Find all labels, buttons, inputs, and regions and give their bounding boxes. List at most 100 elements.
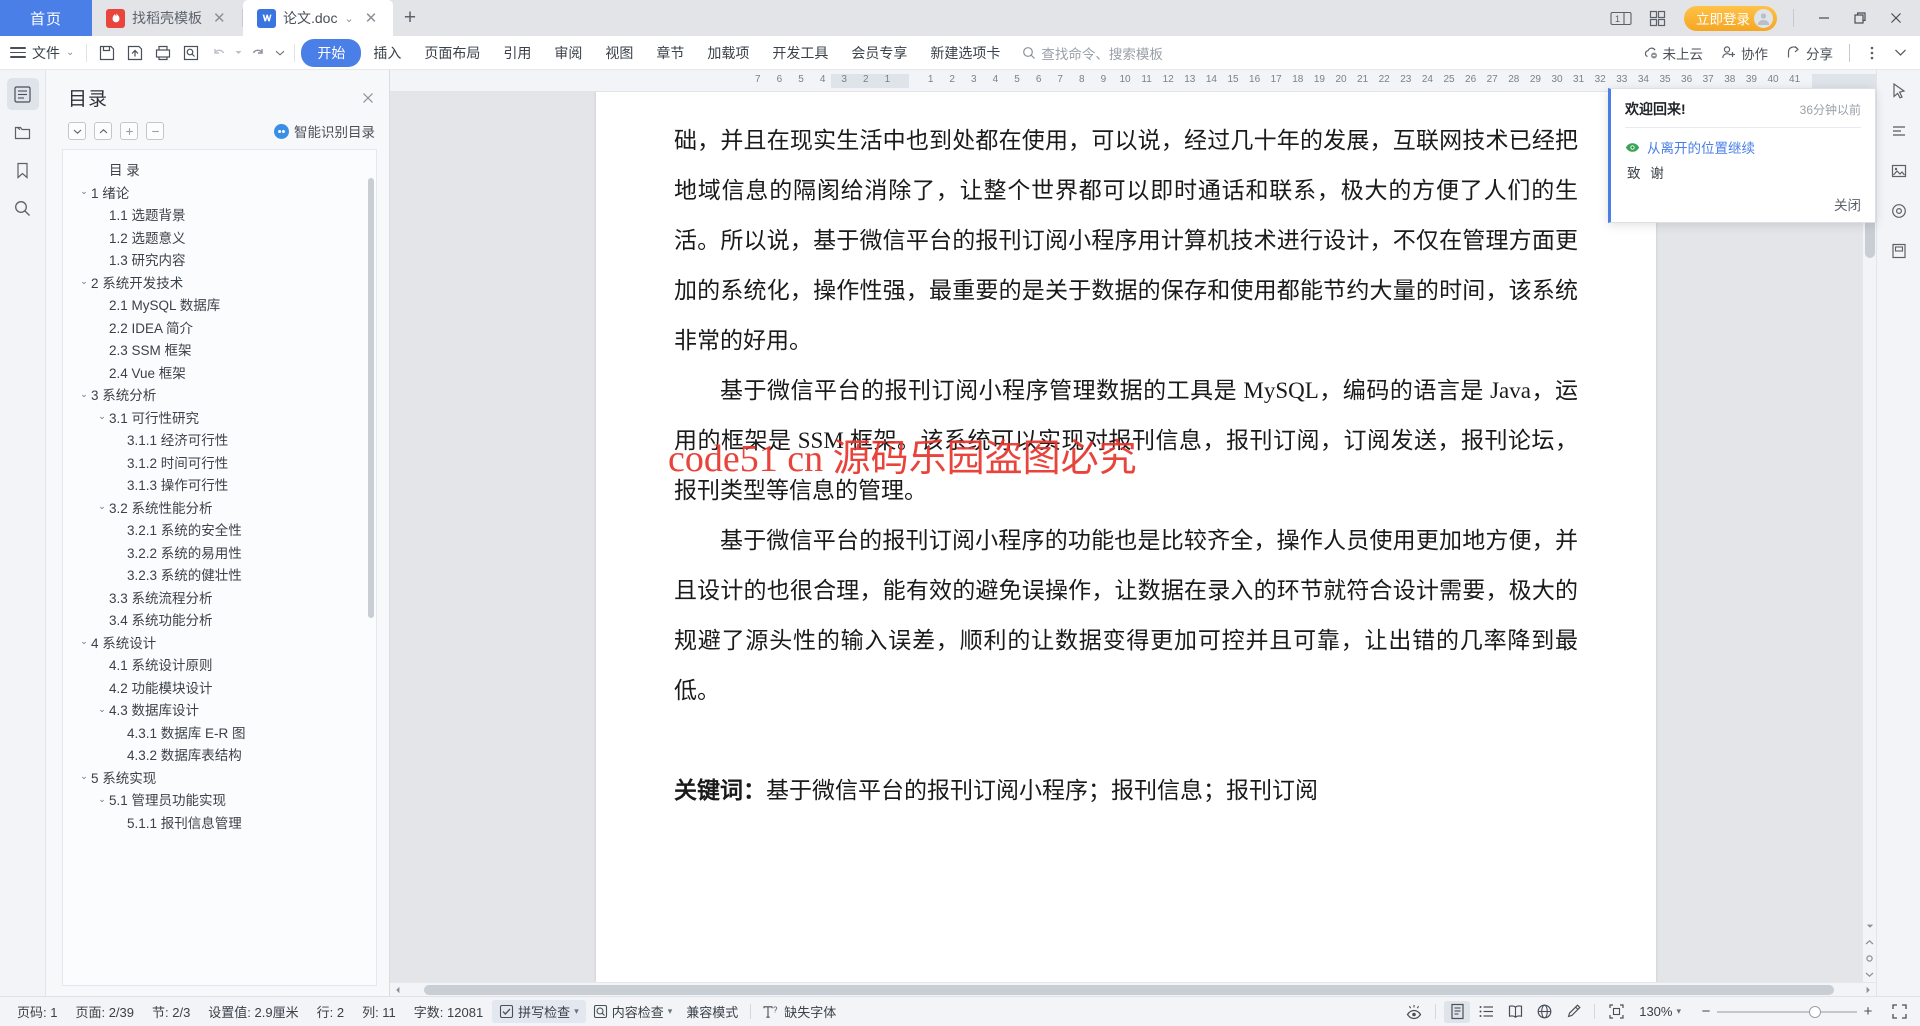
welcome-back-popup[interactable]: 欢迎回来! 36分钟以前 从离开的位置继续 致 谢 关闭	[1608, 88, 1876, 223]
print-icon[interactable]	[149, 39, 176, 66]
outline-view-icon[interactable]	[1473, 1001, 1499, 1023]
chevron-down-icon[interactable]: ⌄	[77, 276, 91, 287]
document-page[interactable]: 础，并且在现实生活中也到处都在使用，可以说，经过几十年的发展，互联网技术已经把地…	[596, 92, 1656, 982]
close-icon[interactable]: ✕	[365, 11, 378, 26]
zoom-in-button[interactable]: +	[1857, 1003, 1879, 1020]
outline-item[interactable]: 3.2.2 系统的易用性	[63, 541, 376, 564]
select-browse-object-icon[interactable]	[1863, 950, 1877, 966]
zoom-track[interactable]	[1717, 1005, 1857, 1018]
page-setup-icon[interactable]	[1884, 236, 1914, 266]
maximize-restore-button[interactable]	[1842, 0, 1878, 36]
chevron-down-icon[interactable]: ⌄	[77, 186, 91, 197]
outline-item[interactable]: 2.3 SSM 框架	[63, 338, 376, 361]
horizontal-scrollbar[interactable]	[390, 982, 1876, 996]
compat-mode-button[interactable]: 兼容模式	[679, 1000, 745, 1023]
expand-all-icon[interactable]	[68, 122, 86, 140]
hscroll-track[interactable]	[406, 983, 1860, 996]
outline-item[interactable]: ⌄ 3 系统分析	[63, 383, 376, 406]
fullscreen-icon[interactable]	[1886, 1001, 1912, 1023]
file-menu-button[interactable]: 文件 ⌄	[6, 43, 80, 63]
search-input[interactable]: 查找命令、搜索模板	[1022, 43, 1163, 63]
grid-view-icon[interactable]	[1640, 0, 1674, 36]
shape-tool-icon[interactable]	[1884, 196, 1914, 226]
document-text[interactable]: 础，并且在现实生活中也到处都在使用，可以说，经过几十年的发展，互联网技术已经把地…	[674, 116, 1578, 816]
outline-item[interactable]: 目 录	[63, 158, 376, 181]
outline-tree-list[interactable]: 目 录 ⌄ 1 绪论 1.1 选题背景 1.2 选题意义 1.3 研究内容 ⌄ 2 系统开发技…	[63, 150, 376, 985]
outline-scrollbar[interactable]	[368, 178, 374, 618]
more-options-icon[interactable]	[1858, 39, 1885, 66]
redo-icon[interactable]	[244, 39, 271, 66]
previous-page-icon[interactable]	[1863, 934, 1877, 950]
ribbon-tab-addins[interactable]: 加载项	[696, 40, 760, 66]
status-word-count[interactable]: 字数: 12081	[405, 1002, 492, 1021]
outline-item[interactable]: 4.3.1 数据库 E-R 图	[63, 721, 376, 744]
increase-level-icon[interactable]	[120, 122, 138, 140]
share-button[interactable]: 分享	[1778, 43, 1841, 63]
undo-dropdown-icon[interactable]	[233, 39, 243, 66]
home-tab[interactable]: 首页	[0, 0, 92, 36]
chevron-down-icon[interactable]: ⌄	[77, 771, 91, 782]
cursor-select-icon[interactable]	[1884, 76, 1914, 106]
image-tool-icon[interactable]	[1884, 156, 1914, 186]
chevron-down-icon[interactable]: ⌄	[95, 704, 109, 715]
close-panel-icon[interactable]	[361, 91, 375, 105]
outline-item[interactable]: 3.2.3 系统的健壮性	[63, 563, 376, 586]
spellcheck-button[interactable]: 拼写检查 ▾	[492, 1000, 586, 1023]
outline-item[interactable]: 3.1.2 时间可行性	[63, 451, 376, 474]
outline-item[interactable]: 3.4 系统功能分析	[63, 608, 376, 631]
sidebar-item-bookmark[interactable]	[7, 154, 39, 186]
ribbon-tab-view[interactable]: 视图	[594, 40, 644, 66]
login-button[interactable]: 立即登录	[1684, 5, 1777, 31]
hscroll-thumb[interactable]	[424, 985, 1834, 995]
zoom-slider[interactable]: − +	[1695, 1003, 1879, 1020]
ribbon-tab-new[interactable]: 新建选项卡	[919, 40, 1011, 66]
chevron-down-icon[interactable]: ⌄	[77, 389, 91, 400]
ribbon-tab-member[interactable]: 会员专享	[840, 40, 918, 66]
chevron-down-icon[interactable]: ⌄	[344, 12, 353, 25]
ribbon-tab-references[interactable]: 引用	[492, 40, 542, 66]
next-page-icon[interactable]	[1863, 966, 1877, 982]
outline-item[interactable]: ⌄ 5 系统实现	[63, 766, 376, 789]
chevron-down-icon[interactable]: ⌄	[95, 794, 109, 805]
collaborate-button[interactable]: 协作	[1713, 43, 1776, 63]
ribbon-tab-review[interactable]: 审阅	[543, 40, 593, 66]
chevron-down-icon[interactable]: ⌄	[95, 501, 109, 512]
new-tab-button[interactable]: +	[393, 0, 427, 36]
outline-item[interactable]: 2.1 MySQL 数据库	[63, 293, 376, 316]
save-as-cloud-icon[interactable]	[121, 39, 148, 66]
outline-item[interactable]: 3.3 系统流程分析	[63, 586, 376, 609]
collapse-ribbon-icon[interactable]	[1887, 39, 1914, 66]
outline-item[interactable]: 3.1.1 经济可行性	[63, 428, 376, 451]
chevron-down-icon[interactable]: ⌄	[77, 636, 91, 647]
sidebar-item-search[interactable]	[7, 192, 39, 224]
outline-item[interactable]: 3.2.1 系统的安全性	[63, 518, 376, 541]
ribbon-tab-chapter[interactable]: 章节	[645, 40, 695, 66]
save-icon[interactable]	[93, 39, 120, 66]
outline-item[interactable]: ⌄ 5.1 管理员功能实现	[63, 788, 376, 811]
reading-layout-icon[interactable]	[1502, 1001, 1528, 1023]
outline-item[interactable]: 1.1 选题背景	[63, 203, 376, 226]
outline-item[interactable]: 1.2 选题意义	[63, 226, 376, 249]
outline-item[interactable]: 4.1 系统设计原则	[63, 653, 376, 676]
outline-item[interactable]: ⌄ 3.2 系统性能分析	[63, 496, 376, 519]
ribbon-tab-page-layout[interactable]: 页面布局	[413, 40, 491, 66]
popup-close-button[interactable]: 关闭	[1625, 194, 1861, 214]
fit-page-icon[interactable]	[1603, 1001, 1629, 1023]
ribbon-tab-insert[interactable]: 插入	[362, 40, 412, 66]
outline-item[interactable]: ⌄ 2 系统开发技术	[63, 271, 376, 294]
content-check-button[interactable]: 内容检查 ▾	[586, 1000, 680, 1023]
chevron-down-icon[interactable]: ⌄	[95, 411, 109, 422]
paragraph-layout-icon[interactable]	[1884, 116, 1914, 146]
vertical-scrollbar[interactable]	[1862, 92, 1876, 982]
tab-thesis-doc[interactable]: 论文.doc ⌄ ✕	[243, 0, 393, 36]
outline-item[interactable]: ⌄ 4.3 数据库设计	[63, 698, 376, 721]
resume-position-link[interactable]: 从离开的位置继续	[1625, 137, 1861, 157]
outline-item[interactable]: 2.4 Vue 框架	[63, 361, 376, 384]
eye-protection-icon[interactable]	[1401, 1001, 1427, 1023]
zoom-level-button[interactable]: 130% ▾	[1632, 1002, 1688, 1021]
outline-item[interactable]: 3.1.3 操作可行性	[63, 473, 376, 496]
minimize-button[interactable]	[1806, 0, 1842, 36]
zoom-out-button[interactable]: −	[1695, 1003, 1717, 1020]
outline-item[interactable]: ⌄ 4 系统设计	[63, 631, 376, 654]
scroll-track[interactable]	[1863, 108, 1876, 918]
